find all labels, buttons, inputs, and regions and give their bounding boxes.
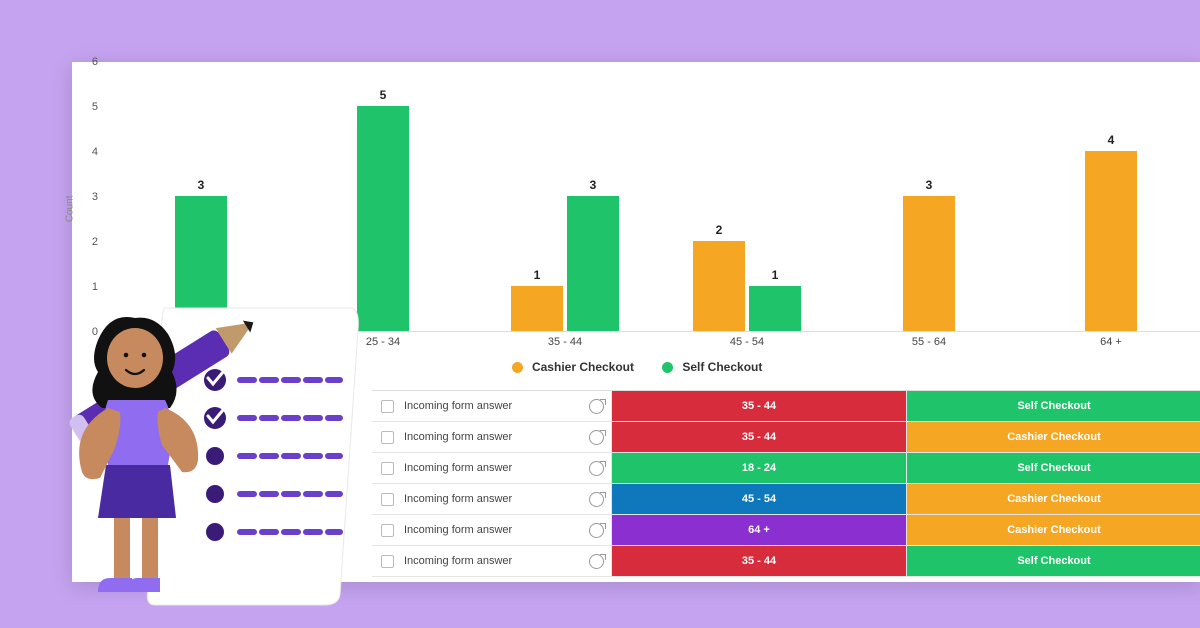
bar-self: 3 [175,196,227,331]
bar-value-label: 3 [567,178,619,192]
row-checkbox[interactable] [381,462,394,475]
x-tick-label: 64 + [1020,332,1200,352]
expand-icon [589,430,604,445]
row-title: Incoming form answer [402,546,582,576]
y-axis: 0123456 [72,62,102,332]
row-checkbox[interactable] [381,493,394,506]
bar-value-label: 3 [903,178,955,192]
bar-self: 3 [567,196,619,331]
expand-icon [589,399,604,414]
bar-group: 21 [656,62,838,331]
row-title: Incoming form answer [402,391,582,421]
table-row: Incoming form answer 35 - 44Cashier Check… [372,422,1200,453]
bar-self: 5 [357,106,409,331]
checkout-type-pill: Cashier Checkout [907,484,1200,514]
bar-cashier: 4 [1085,151,1137,331]
age-pill: 18 - 24 [612,453,907,483]
row-checkbox[interactable] [381,431,394,444]
age-pill: 64 + [612,515,907,545]
row-checkbox[interactable] [381,555,394,568]
row-title: Incoming form answer [402,484,582,514]
age-pill: 35 - 44 [612,422,907,452]
table-row: Incoming form answer 35 - 44Self Checkout [372,546,1200,577]
expand-row-button[interactable] [582,422,612,452]
bar-group: 3 [110,62,292,331]
y-tick: 4 [92,146,98,158]
row-checkbox-cell [372,546,402,576]
row-title: Incoming form answer [402,453,582,483]
expand-row-button[interactable] [582,515,612,545]
survey-heading: SURVEY [195,315,344,355]
bar-group: 3 [838,62,1020,331]
bar-value-label: 2 [693,223,745,237]
expand-row-button[interactable] [582,484,612,514]
bar-value-label: 3 [175,178,227,192]
expand-icon [589,554,604,569]
responses-table: Incoming form answer35 - 44Self Checkout… [372,390,1200,577]
checkout-type-pill: Self Checkout [907,453,1200,483]
y-tick: 3 [92,191,98,203]
bar-value-label: 1 [511,268,563,282]
row-checkbox[interactable] [381,524,394,537]
expand-icon [589,523,604,538]
checkout-type-pill: Cashier Checkout [907,422,1200,452]
bar-group: 5 [292,62,474,331]
legend-item-cashier: Cashier Checkout [512,360,634,374]
checkout-type-pill: Cashier Checkout [907,515,1200,545]
x-tick-label: 35 - 44 [474,332,656,352]
y-tick: 6 [92,56,98,68]
bar-cashier: 2 [693,241,745,331]
row-checkbox-cell [372,391,402,421]
y-tick: 2 [92,236,98,248]
expand-icon [589,461,604,476]
expand-row-button[interactable] [582,391,612,421]
chart-plot-area: 35132134 [110,62,1200,332]
table-row: Incoming form answer 45 - 54Cashier Check… [372,484,1200,515]
legend-item-self: Self Checkout [662,360,762,374]
bar-group: 13 [474,62,656,331]
x-tick-label: 45 - 54 [656,332,838,352]
bar-value-label: 4 [1085,133,1137,147]
row-checkbox[interactable] [381,400,394,413]
y-tick: 1 [92,281,98,293]
y-tick: 5 [92,101,98,113]
checkout-type-pill: Self Checkout [907,546,1200,576]
x-tick-label: 55 - 64 [838,332,1020,352]
table-row: Incoming form answer 18 - 24Self Checkout [372,453,1200,484]
age-pill: 35 - 44 [612,391,907,421]
checkout-type-pill: Self Checkout [907,391,1200,421]
y-tick: 0 [92,326,98,338]
bar-self: 1 [749,286,801,331]
row-checkbox-cell [372,484,402,514]
bar-value-label: 1 [749,268,801,282]
age-pill: 45 - 54 [612,484,907,514]
legend-label-cashier: Cashier Checkout [532,360,634,374]
row-checkbox-cell [372,515,402,545]
chart-legend: Cashier Checkout Self Checkout [72,360,1200,374]
bar-cashier: 3 [903,196,955,331]
bar-cashier: 1 [511,286,563,331]
expand-icon [589,492,604,507]
legend-dot-cashier [512,362,523,373]
row-title: Incoming form answer [402,422,582,452]
row-checkbox-cell [372,422,402,452]
age-pill: 35 - 44 [612,546,907,576]
legend-label-self: Self Checkout [682,360,762,374]
row-checkbox-cell [372,453,402,483]
expand-row-button[interactable] [582,453,612,483]
expand-row-button[interactable] [582,546,612,576]
bar-value-label: 5 [357,88,409,102]
legend-dot-self [662,362,673,373]
bar-group: 4 [1020,62,1200,331]
row-title: Incoming form answer [402,515,582,545]
table-row: Incoming form answer 64 +Cashier Checkout [372,515,1200,546]
table-row: Incoming form answer 35 - 44Self Checkout [372,391,1200,422]
